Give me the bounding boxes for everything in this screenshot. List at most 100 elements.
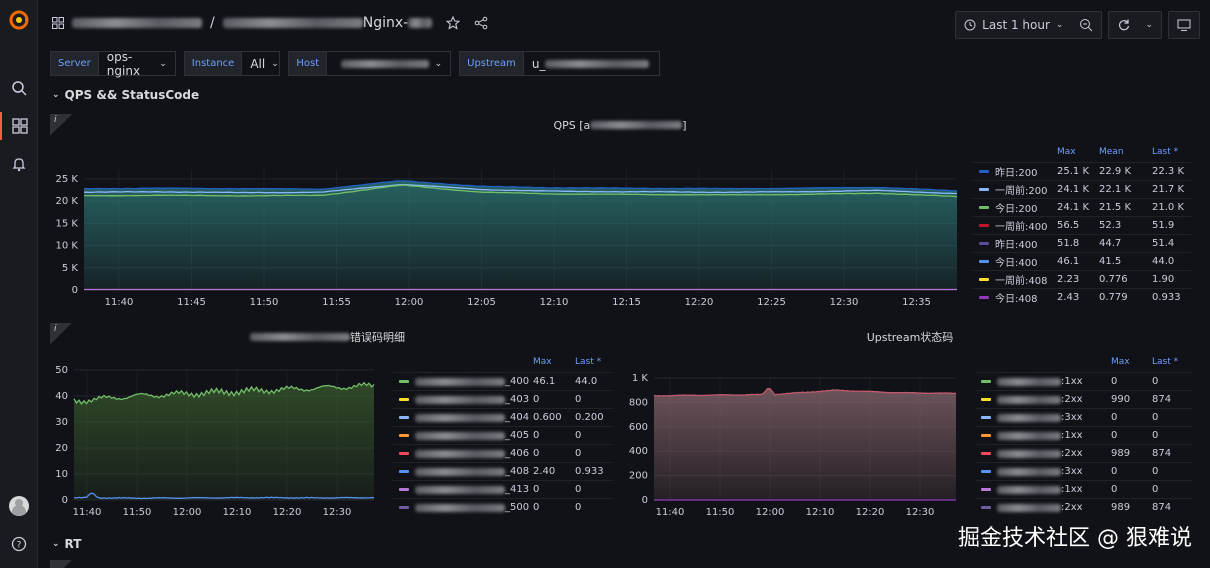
up-chart[interactable]: 1 K 800 600 400 200 0 11:40 11:50 12:00 12:10 12:2… [622,360,962,520]
legend-series-suffix: _406 [505,448,530,459]
var-host-select[interactable]: ⌄ [327,51,452,76]
legend-value-max: 0.600 [533,412,562,423]
panel-info-icon[interactable] [50,560,72,568]
row-qps[interactable]: ⌄ QPS && StatusCode [52,88,199,102]
star-icon[interactable] [446,16,461,30]
qps-legend-mean-header[interactable]: Mean [1099,147,1124,157]
legend-item[interactable]: :1xx 0 0 [975,426,1193,444]
var-instance-select[interactable]: All ⌄ [242,51,281,76]
search-icon[interactable] [0,74,38,102]
var-server-select[interactable]: ops-nginx ⌄ [98,50,176,78]
up-panel-title[interactable]: Upstream状态码 [860,329,960,345]
legend-item[interactable]: _404 0.600 0.200 [393,408,613,426]
bell-icon[interactable] [0,150,38,178]
legend-item[interactable]: :3xx 0 0 [975,462,1193,480]
legend-item[interactable]: _408 2.40 0.933 [393,462,613,480]
chevron-down-icon[interactable]: ⌄ [1145,20,1153,30]
legend-item[interactable]: 一周前:200 24.1 K 22.1 K 21.7 K [973,180,1191,198]
legend-value-last: 0 [575,502,582,513]
legend-series-name-obscured [997,485,1061,494]
y-tick-label: 20 [55,443,68,454]
legend-item[interactable]: _405 0 0 [393,426,613,444]
legend-item[interactable]: 一周前:400 56.5 52.3 51.9 [973,216,1191,234]
row-rt[interactable]: ⌄ RT [52,537,81,551]
x-tick-label: 11:40 [105,297,134,308]
legend-item[interactable]: :2xx 989 874 [975,498,1193,516]
legend-value-max: 0 [1111,412,1118,423]
err-legend-last-header[interactable]: Last * [575,357,601,367]
chevron-down-icon: ⌄ [1055,20,1064,30]
legend-value-max: 0 [1111,376,1118,387]
panel-info-icon[interactable]: i [50,323,72,345]
legend-swatch [981,470,991,473]
folder-name[interactable] [72,18,202,28]
qps-legend-last-header[interactable]: Last * [1152,147,1178,157]
legend-item[interactable]: 今日:200 24.1 K 21.5 K 21.0 K [973,198,1191,216]
dashboard-grid-icon [52,17,64,29]
qps-chart[interactable]: 25 K 20 K 15 K 10 K 5 K 0 11:40 11:45 11:50 11:55… [50,160,965,310]
legend-value-max: 46.1 [1057,256,1080,267]
legend-series-suffix: _404 [505,412,530,423]
up-legend: Max Last * :1xx 0 0:2xx 990 874:3xx 0 0:1xx 0 0:… [975,355,1193,520]
y-tick-label: 0 [62,495,68,506]
legend-item[interactable]: _500 0 0 [393,498,613,516]
legend-item[interactable]: 昨日:400 51.8 44.7 51.4 [973,234,1191,252]
legend-item[interactable]: _406 0 0 [393,444,613,462]
x-tick-label: 11:50 [123,507,152,518]
legend-item[interactable]: _400 46.1 44.0 [393,372,613,390]
qps-panel-title[interactable]: QPS [a] [420,119,820,132]
sidebar: ? [0,0,38,568]
x-tick-label: 12:15 [612,297,641,308]
legend-series-name-obscured [997,449,1061,458]
avatar[interactable] [9,496,29,516]
legend-value-max: 25.1 K [1057,166,1090,177]
legend-item[interactable]: :1xx 0 0 [975,372,1193,390]
y-tick-label: 200 [629,471,648,482]
dashboard-name-obscured[interactable] [222,18,363,28]
legend-value-mean: 21.5 K [1099,202,1132,213]
err-panel-title[interactable]: 错误码明细 [250,329,430,345]
legend-value-mean: 52.3 [1099,220,1122,231]
err-chart[interactable]: 50 40 30 20 10 0 11:40 11:50 12:00 12:10 12:20 12:3… [50,360,380,520]
panel-info-icon[interactable]: i [50,114,72,136]
share-icon[interactable] [474,16,488,30]
err-legend-max-header[interactable]: Max [533,357,552,367]
row-rt-title: RT [64,537,82,551]
legend-item[interactable]: :2xx 990 874 [975,390,1193,408]
legend-item[interactable]: _413 0 0 [393,480,613,498]
legend-item[interactable]: 今日:400 46.1 41.5 44.0 [973,252,1191,270]
legend-item[interactable]: :3xx 0 0 [975,408,1193,426]
legend-item[interactable]: 昨日:200 25.1 K 22.9 K 22.3 K [973,162,1191,180]
series-area [74,382,374,500]
dashboard-title[interactable]: Nginx- [363,15,408,31]
time-picker-button[interactable]: Last 1 hour ⌄ [955,11,1103,39]
x-tick-label: 12:05 [467,297,496,308]
var-upstream-select[interactable]: u_ [523,51,660,76]
var-upstream-label: Upstream [459,51,524,76]
legend-swatch [979,206,989,209]
help-icon[interactable]: ? [0,530,38,558]
legend-series-suffix: :1xx [1061,376,1083,387]
variables-bar: Server ops-nginx ⌄ Instance All ⌄ Host ⌄ U… [50,50,660,78]
legend-swatch [399,398,409,401]
up-legend-max-header[interactable]: Max [1111,357,1130,367]
legend-item[interactable]: 一周前:408 2.23 0.776 1.90 [973,270,1191,288]
legend-swatch [981,398,991,401]
dashboards-icon[interactable] [0,112,38,140]
refresh-button[interactable]: ⌄ [1108,11,1162,39]
legend-series-name: 昨日:400 [995,240,1038,251]
legend-item[interactable]: :1xx 0 0 [975,480,1193,498]
zoom-out-icon[interactable] [1079,18,1093,32]
qps-legend-max-header[interactable]: Max [1057,147,1076,157]
legend-value-last: 51.9 [1152,220,1175,231]
err-title-text: 错误码明细 [350,331,405,344]
legend-series-suffix: :3xx [1061,412,1083,423]
x-tick-label: 12:30 [830,297,859,308]
tv-mode-button[interactable] [1168,11,1200,39]
legend-value-last: 22.3 K [1152,166,1185,177]
grafana-logo-icon[interactable] [8,9,30,31]
legend-item[interactable]: _403 0 0 [393,390,613,408]
legend-item[interactable]: :2xx 989 874 [975,444,1193,462]
up-legend-last-header[interactable]: Last * [1152,357,1178,367]
legend-item[interactable]: 今日:408 2.43 0.779 0.933 [973,288,1191,306]
